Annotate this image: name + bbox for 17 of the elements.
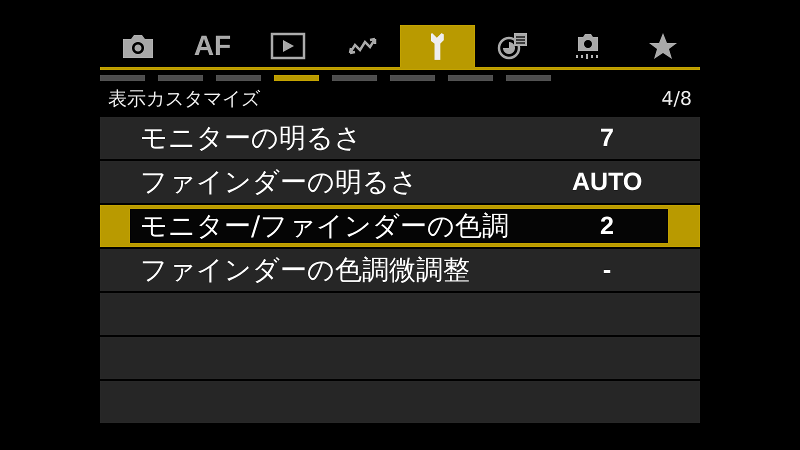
item-value: - [602,256,612,284]
item-label: ファインダーの色調微調整 [140,254,470,288]
item-value: 7 [599,124,615,152]
play-icon [270,31,306,61]
item-label: モニター/ファインダーの色調 [140,210,510,244]
menu-item[interactable]: ファインダーの明るさ AUTO [100,161,700,203]
menu-tab[interactable]: AF [175,25,250,67]
menu-title: 表示カスタマイズ [108,87,260,112]
menu-item[interactable]: モニター/ファインダーの色調 2 [100,205,700,247]
item-label: モニターの明るさ [140,122,362,156]
menu-item[interactable]: モニターの明るさ 7 [100,117,700,159]
menu-item[interactable]: ファインダーの色調微調整 - [100,249,700,291]
page-number: 4/8 [661,88,692,110]
item-value: 2 [599,212,615,240]
item-value: AUTO [572,168,642,196]
wrench-icon [430,32,444,60]
item-label: ファインダーの明るさ [140,166,418,200]
